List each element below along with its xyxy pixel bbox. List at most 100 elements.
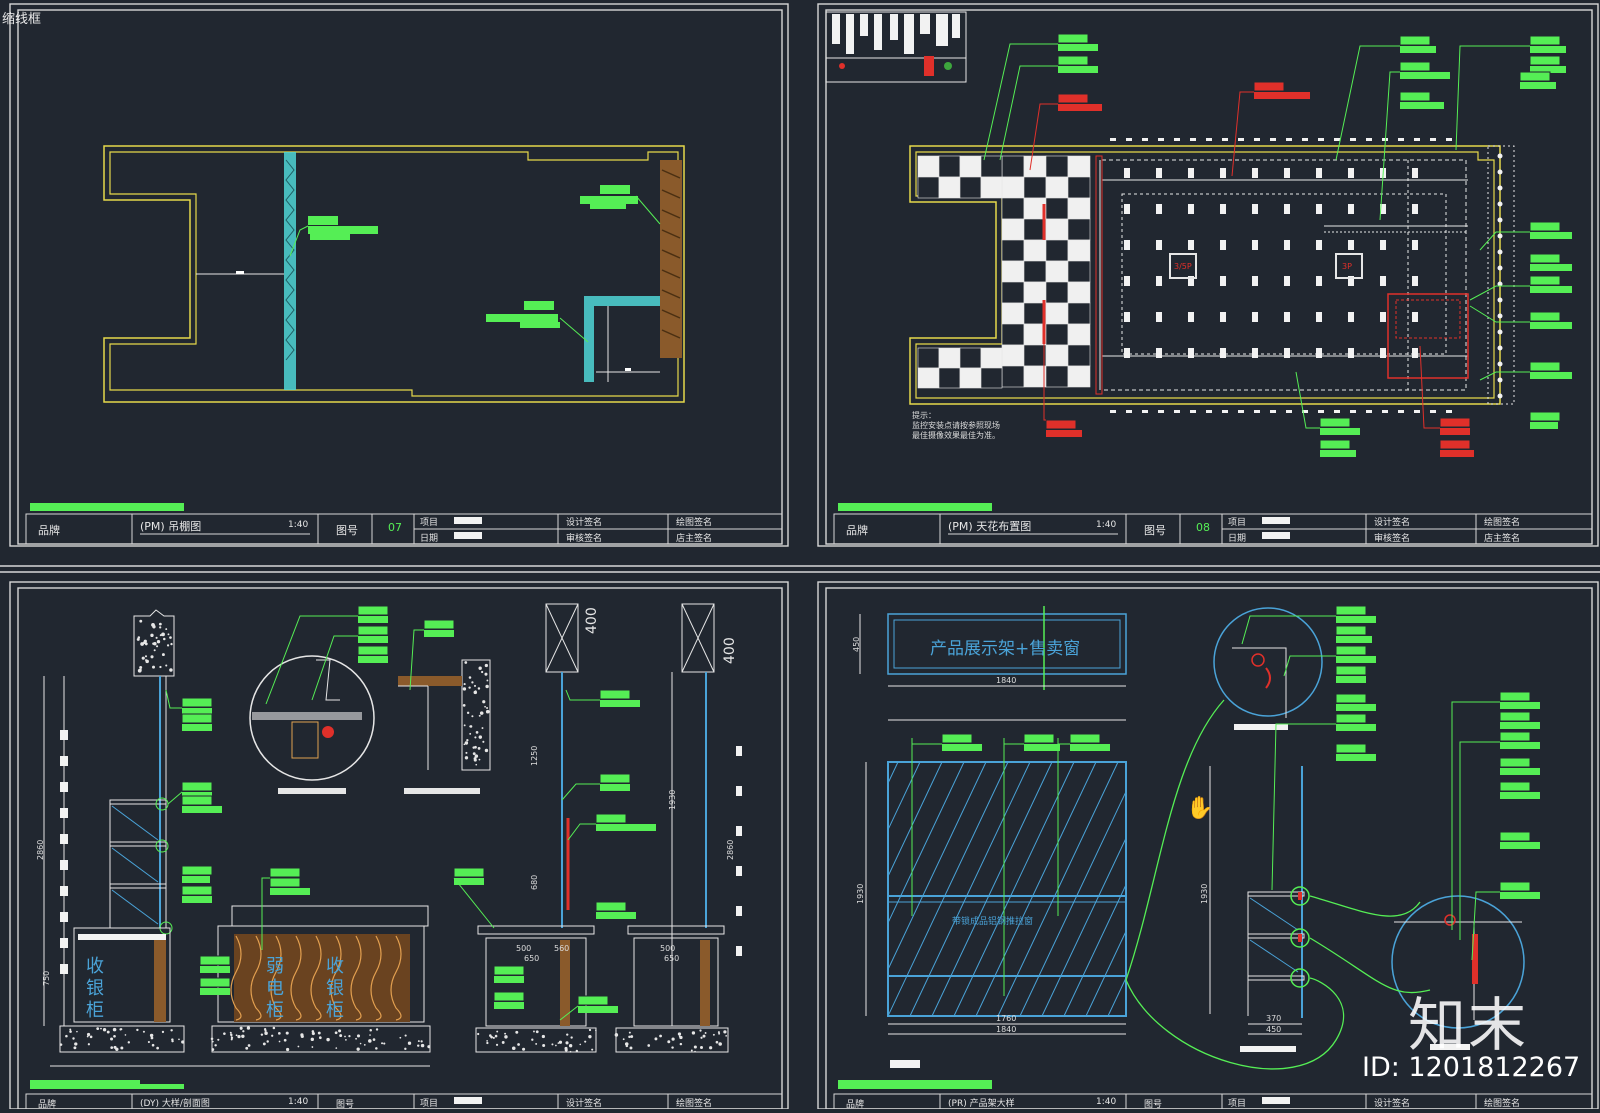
floor-tile [1045, 155, 1069, 178]
callout-tag [1519, 71, 1551, 82]
callout-tag [1058, 44, 1098, 51]
sheet3-brand-label: 品牌 [38, 1100, 57, 1110]
wall-light [1497, 329, 1503, 335]
track-light [1302, 138, 1308, 141]
sheet2-figure-no-label: 图号 [1144, 524, 1166, 537]
sheet2-figure-no: 08 [1196, 521, 1210, 534]
downlight [1124, 348, 1130, 358]
sheet4-project-label: 项目 [1228, 1099, 1247, 1109]
speckle [496, 1030, 499, 1033]
speckle [155, 636, 158, 639]
floor-tile [917, 176, 940, 199]
speckle [136, 637, 140, 641]
callout-tag [1400, 46, 1436, 53]
speckle [156, 1046, 159, 1050]
floor-tile [1001, 302, 1025, 325]
speckle [260, 1033, 264, 1036]
speckle [718, 1032, 721, 1035]
track-light [1158, 138, 1164, 141]
speckle [407, 1041, 412, 1045]
speckle [579, 1043, 582, 1046]
speckle [317, 1031, 321, 1035]
speckle [266, 1040, 269, 1043]
callout-tag [1530, 232, 1572, 239]
speckle [629, 1046, 633, 1050]
shelf-dim-1930-a: 1930 [856, 883, 865, 904]
speckle [165, 628, 168, 631]
track-light [1190, 138, 1196, 141]
speckle [375, 1047, 378, 1050]
dim-1250: 1250 [530, 745, 539, 766]
callout-tag [181, 781, 213, 792]
speckle [677, 1032, 682, 1036]
callout-tag [181, 795, 213, 806]
floor-tile [917, 347, 940, 369]
track-light [1158, 410, 1164, 413]
callout-tag [493, 965, 525, 976]
track-light [1142, 138, 1148, 141]
callout-tag [600, 700, 640, 707]
callout-tag [357, 605, 389, 616]
cad-drawing-canvas[interactable] [0, 0, 1600, 1110]
speckle [478, 758, 481, 761]
downlight [1412, 204, 1418, 214]
downlight [1188, 312, 1194, 322]
track-light [1446, 138, 1452, 141]
speckle [127, 1041, 131, 1044]
downlight [1316, 348, 1322, 358]
speckle [486, 1041, 489, 1045]
speckle [628, 1035, 631, 1039]
callout-tag [423, 619, 455, 630]
downlight [1348, 168, 1354, 178]
shelf-dim-370: 370 [1266, 1014, 1282, 1023]
speckle [339, 1034, 343, 1038]
sheet1-brand-label: 品牌 [38, 524, 60, 537]
speckle [149, 1033, 154, 1038]
track-light [1110, 410, 1116, 413]
speckle [464, 756, 469, 760]
speckle [247, 1044, 251, 1047]
speckle [647, 1044, 651, 1047]
sheet1-owner-sign: 店主签名 [676, 534, 713, 544]
floor-tile [1067, 344, 1091, 367]
shelf-dim-1840-b: 1840 [996, 1025, 1017, 1034]
wall-light [1497, 217, 1503, 223]
track-light [1286, 138, 1292, 141]
track-light [1254, 138, 1260, 141]
sheet1-figure-no-label: 图号 [336, 524, 358, 537]
speckle [338, 1029, 342, 1033]
dim-500-a: 500 [516, 944, 532, 953]
wall-light [1497, 313, 1503, 319]
sheet4-figure-no-label: 图号 [1144, 1100, 1163, 1110]
floor-tile [1001, 176, 1025, 199]
speckle [229, 1031, 232, 1034]
speckle [535, 1030, 539, 1034]
callout-tag [1320, 428, 1360, 435]
speckle [486, 679, 489, 682]
speckle [469, 732, 472, 735]
callout-tag [181, 713, 213, 724]
speckle [139, 665, 143, 669]
track-light [1334, 138, 1340, 141]
track-light [1190, 410, 1196, 413]
callout-tag [1529, 253, 1561, 264]
shelf-dim-1930-b: 1930 [1200, 883, 1209, 904]
speckle [372, 1038, 376, 1041]
speckle [120, 1046, 124, 1050]
callout-tag [494, 1002, 524, 1009]
track-light [1334, 410, 1340, 413]
speckle [166, 644, 170, 647]
callout-tag [1500, 768, 1540, 775]
callout-tag [1529, 311, 1561, 322]
downlight [1252, 276, 1258, 286]
speckle [163, 637, 166, 641]
floor-tile [1001, 344, 1025, 367]
speckle [278, 1040, 281, 1043]
callout-tag [1335, 665, 1367, 676]
floor-tile [1067, 365, 1091, 388]
cad-viewport[interactable]: 缩线框 品牌 (PM) 吊棚图 1:40 图号 07 项目 日期 设计签名 审核… [0, 0, 1600, 1110]
sheet2-title: (PM) 天花布置图 [948, 520, 1032, 533]
floor-tile [1067, 302, 1091, 325]
downlight [1188, 204, 1194, 214]
speckle [96, 1027, 100, 1031]
